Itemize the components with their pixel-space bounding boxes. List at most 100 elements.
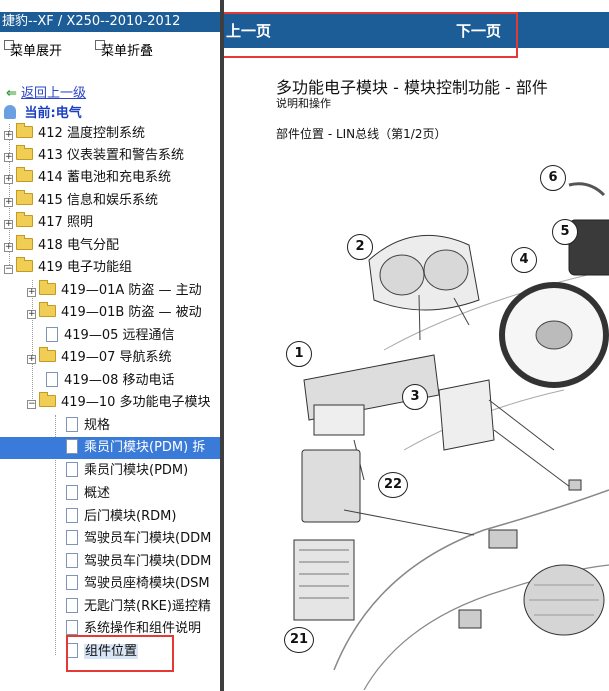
tree-item-label: 419 电子功能组 [38,260,132,275]
tree-item-label: 乘员门模块(PDM) 拆 [84,440,206,455]
tree-item-selected[interactable]: 乘员门模块(PDM) 拆 [0,437,220,459]
tree-item[interactable]: − 419 电子功能组 [4,257,132,279]
menu-expand-label: 菜单展开 [10,44,63,59]
callout-number: 3 [402,384,428,410]
highlight-box-component-location [66,635,174,672]
folder-icon [16,190,33,205]
collapse-icon[interactable]: − [4,265,13,274]
highlight-box-page-nav [224,12,518,58]
expand-icon[interactable]: + [4,175,13,184]
expand-icon[interactable]: + [4,243,13,252]
expand-icon[interactable]: + [4,220,13,229]
document-section-label: 部件位置 - LIN总线（第1/2页） [276,127,447,141]
tree-item[interactable]: +417 照明 [4,212,93,234]
tree-item-label: 驾驶员座椅模块(DSM [84,576,210,591]
callout-number: 22 [378,472,408,498]
tree-item[interactable]: 419—08 移动电话 [46,370,175,392]
expand-icon[interactable]: + [27,288,36,297]
menu-collapse-label: 菜单折叠 [101,44,154,59]
collapse-icon[interactable]: − [27,400,36,409]
document-icon [66,553,78,568]
document-icon [66,598,78,613]
current-category: 当前:电气 [4,102,82,121]
document-icon [66,575,78,590]
tree-item[interactable]: +412 温度控制系统 [4,123,145,145]
tree-item-label: 419—07 导航系统 [61,350,172,365]
folder-icon [16,235,33,250]
tree-item[interactable]: 乘员门模块(PDM) [66,460,188,482]
back-link[interactable]: ⇐ 返回上一级 [6,82,86,101]
tree-item-label: 418 电气分配 [38,238,119,253]
tree-item[interactable]: 无匙门禁(RKE)遥控精 [66,596,211,618]
tree-item-label: 419—01A 防盗 — 主动 [61,283,202,298]
tree-item-label: 417 照明 [38,215,93,230]
tree-item[interactable]: 概述 [66,483,110,505]
document-icon [66,462,78,477]
document-icon [66,530,78,545]
folder-icon [16,167,33,182]
tree-item-label: 驾驶员车门模块(DDM [84,531,212,546]
tree-item-label: 413 仪表装置和警告系统 [38,148,184,163]
folder-icon [16,145,33,160]
callout-number: 4 [511,247,537,273]
callout-number: 5 [552,219,578,245]
tree-item[interactable]: 驾驶员车门模块(DDM [66,528,211,550]
tree-item-label: 规格 [84,418,111,433]
tree-item[interactable]: 419—05 远程通信 [46,325,175,347]
tree-item[interactable]: 驾驶员车门模块(DDM [66,551,211,573]
tree-item[interactable]: 后门模块(RDM) [66,506,176,528]
tree-item-label: 412 温度控制系统 [38,126,145,141]
document-icon [66,439,78,454]
tree-item[interactable]: +419—01B 防盗 — 被动 [27,302,202,324]
back-arrow-icon: ⇐ [6,86,17,101]
folder-icon [39,347,56,362]
expand-icon[interactable]: + [27,310,36,319]
tree-item-label: 419—08 移动电话 [64,373,175,388]
folder-icon [16,212,33,227]
tree-item-label: 415 信息和娱乐系统 [38,193,158,208]
tree-title: 捷豹--XF / X250--2010-2012 [0,12,220,32]
tree-item-label: 概述 [84,486,111,501]
tree-item-label: 乘员门模块(PDM) [84,463,189,478]
tree-item[interactable]: − 419—10 多功能电子模块 [27,392,211,414]
tree-item[interactable]: +419—01A 防盗 — 主动 [27,280,202,302]
tree-item-label: 无匙门禁(RKE)遥控精 [84,599,211,614]
tree-item-label: 414 蓄电池和充电系统 [38,170,171,185]
expand-icon[interactable]: + [27,355,36,364]
tree-item-label: 419—10 多功能电子模块 [61,395,211,410]
tree-item[interactable]: +418 电气分配 [4,235,119,257]
tree-item[interactable]: 驾驶员座椅模块(DSM [66,573,210,595]
tree-item-label: 419—05 远程通信 [64,328,175,343]
document-icon [66,485,78,500]
person-icon [4,105,16,119]
expand-icon[interactable]: + [4,198,13,207]
tree-item-label: 系统操作和组件说明 [84,621,202,636]
expand-icon[interactable]: + [4,153,13,162]
folder-open-icon [39,392,56,407]
document-icon [66,417,78,432]
folder-open-icon [16,257,33,272]
tree-item[interactable]: 规格 [66,415,110,437]
folder-icon [39,280,56,295]
document-icon [46,372,58,387]
tree-pane: 捷豹--XF / X250--2010-2012 菜单展开 菜单折叠 ⇐ 返回上… [0,0,220,691]
tree-item[interactable]: +413 仪表装置和警告系统 [4,145,184,167]
document-icon [66,620,78,635]
callout-number: 21 [284,627,314,653]
callout-number: 1 [286,341,312,367]
tree-item-label: 后门模块(RDM) [84,509,177,524]
current-category-label: 当前:电气 [24,106,82,121]
document-subtitle: 说明和操作 [276,97,331,110]
tree-item[interactable]: +414 蓄电池和充电系统 [4,167,171,189]
tree-item-label: 驾驶员车门模块(DDM [84,554,212,569]
back-link-label: 返回上一级 [21,86,87,101]
content-pane: 上一页 下一页 多功能电子模块 - 模块控制功能 - 部件 说明和操作 部件位置… [224,0,609,691]
callout-number: 6 [540,165,566,191]
tree-item-label: 419—01B 防盗 — 被动 [61,305,202,320]
folder-icon [39,302,56,317]
tree-item[interactable]: +415 信息和娱乐系统 [4,190,158,212]
expand-icon[interactable]: + [4,131,13,140]
document-icon [46,327,58,342]
tree-item[interactable]: +419—07 导航系统 [27,347,172,369]
folder-icon [16,123,33,138]
